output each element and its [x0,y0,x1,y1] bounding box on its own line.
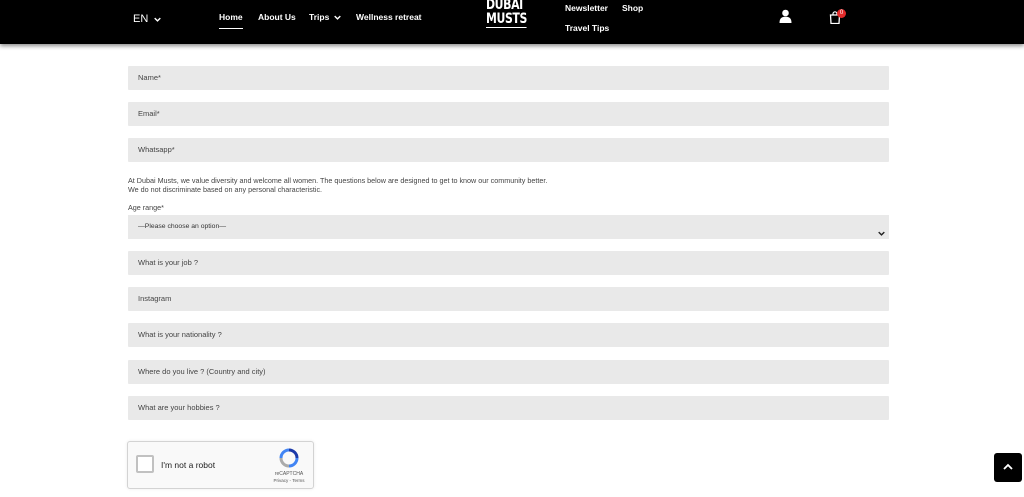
logo-underline [486,27,527,28]
nav-home-label: Home [219,12,243,22]
disclaimer-line1: At Dubai Musts, we value diversity and w… [128,176,548,185]
hobbies-field[interactable]: What are your hobbies ? [128,396,889,420]
language-label: EN [133,13,149,25]
nav-newsletter-label: Newsletter [565,3,608,13]
recaptcha-label: I'm not a robot [161,460,216,470]
job-placeholder: What is your job ? [138,258,199,267]
chevron-down-icon [334,14,342,21]
nationality-field[interactable]: What is your nationality ? [128,323,889,347]
whatsapp-placeholder: Whatsapp* [138,145,175,154]
diversity-disclaimer: At Dubai Musts, we value diversity and w… [128,176,828,194]
chevron-down-icon [878,224,885,236]
nav-wellness-retreat[interactable]: Wellness retreat [356,12,422,22]
age-range-select[interactable]: —Please choose an option— [128,215,889,239]
instagram-placeholder: Instagram [138,294,172,303]
nav-about-label: About Us [258,12,296,22]
nav-trips[interactable]: Trips [309,12,342,22]
site-logo[interactable]: DUBAI MUSTS [486,0,527,28]
nav-shop-label: Shop [622,3,644,13]
age-range-selected: —Please choose an option— [138,223,227,230]
nav-about-us[interactable]: About Us [258,12,296,22]
scroll-to-top-button[interactable] [994,453,1022,482]
recaptcha-links[interactable]: Privacy - Terms [269,478,309,483]
user-icon[interactable] [779,9,792,23]
nationality-placeholder: What is your nationality ? [138,330,222,339]
chevron-up-icon [1003,463,1013,470]
age-range-label: Age range* [128,203,164,212]
recaptcha-logo-icon [279,448,299,468]
residence-placeholder: Where do you live ? (Country and city) [138,367,266,376]
email-placeholder: Email* [138,109,160,118]
disclaimer-line2: We do not discriminate based on any pers… [128,185,323,194]
cart-count-badge: 0 [837,9,846,18]
nav-trips-label: Trips [309,12,330,22]
nav-newsletter[interactable]: Newsletter [565,3,608,13]
instagram-field[interactable]: Instagram [128,287,889,311]
nav-shop[interactable]: Shop [622,3,643,13]
chevron-down-icon [154,16,162,23]
name-field[interactable]: Name* [128,66,889,90]
name-placeholder: Name* [138,73,161,82]
language-selector[interactable]: EN [133,13,162,25]
site-header: EN Home About Us Trips Wellness retreat … [0,0,1024,44]
job-field[interactable]: What is your job ? [128,251,889,275]
recaptcha-widget: I'm not a robot reCAPTCHA Privacy - Term… [127,441,314,489]
nav-travel-tips-label: Travel Tips [565,23,610,33]
nav-wellness-label: Wellness retreat [356,12,422,22]
email-field[interactable]: Email* [128,102,889,126]
recaptcha-brand: reCAPTCHA [274,471,304,477]
whatsapp-field[interactable]: Whatsapp* [128,138,889,162]
nav-home[interactable]: Home [219,12,243,29]
logo-line2: MUSTS [486,11,527,27]
residence-field[interactable]: Where do you live ? (Country and city) [128,360,889,384]
hobbies-placeholder: What are your hobbies ? [138,403,220,412]
recaptcha-checkbox[interactable] [136,455,154,473]
nav-travel-tips[interactable]: Travel Tips [565,23,609,33]
